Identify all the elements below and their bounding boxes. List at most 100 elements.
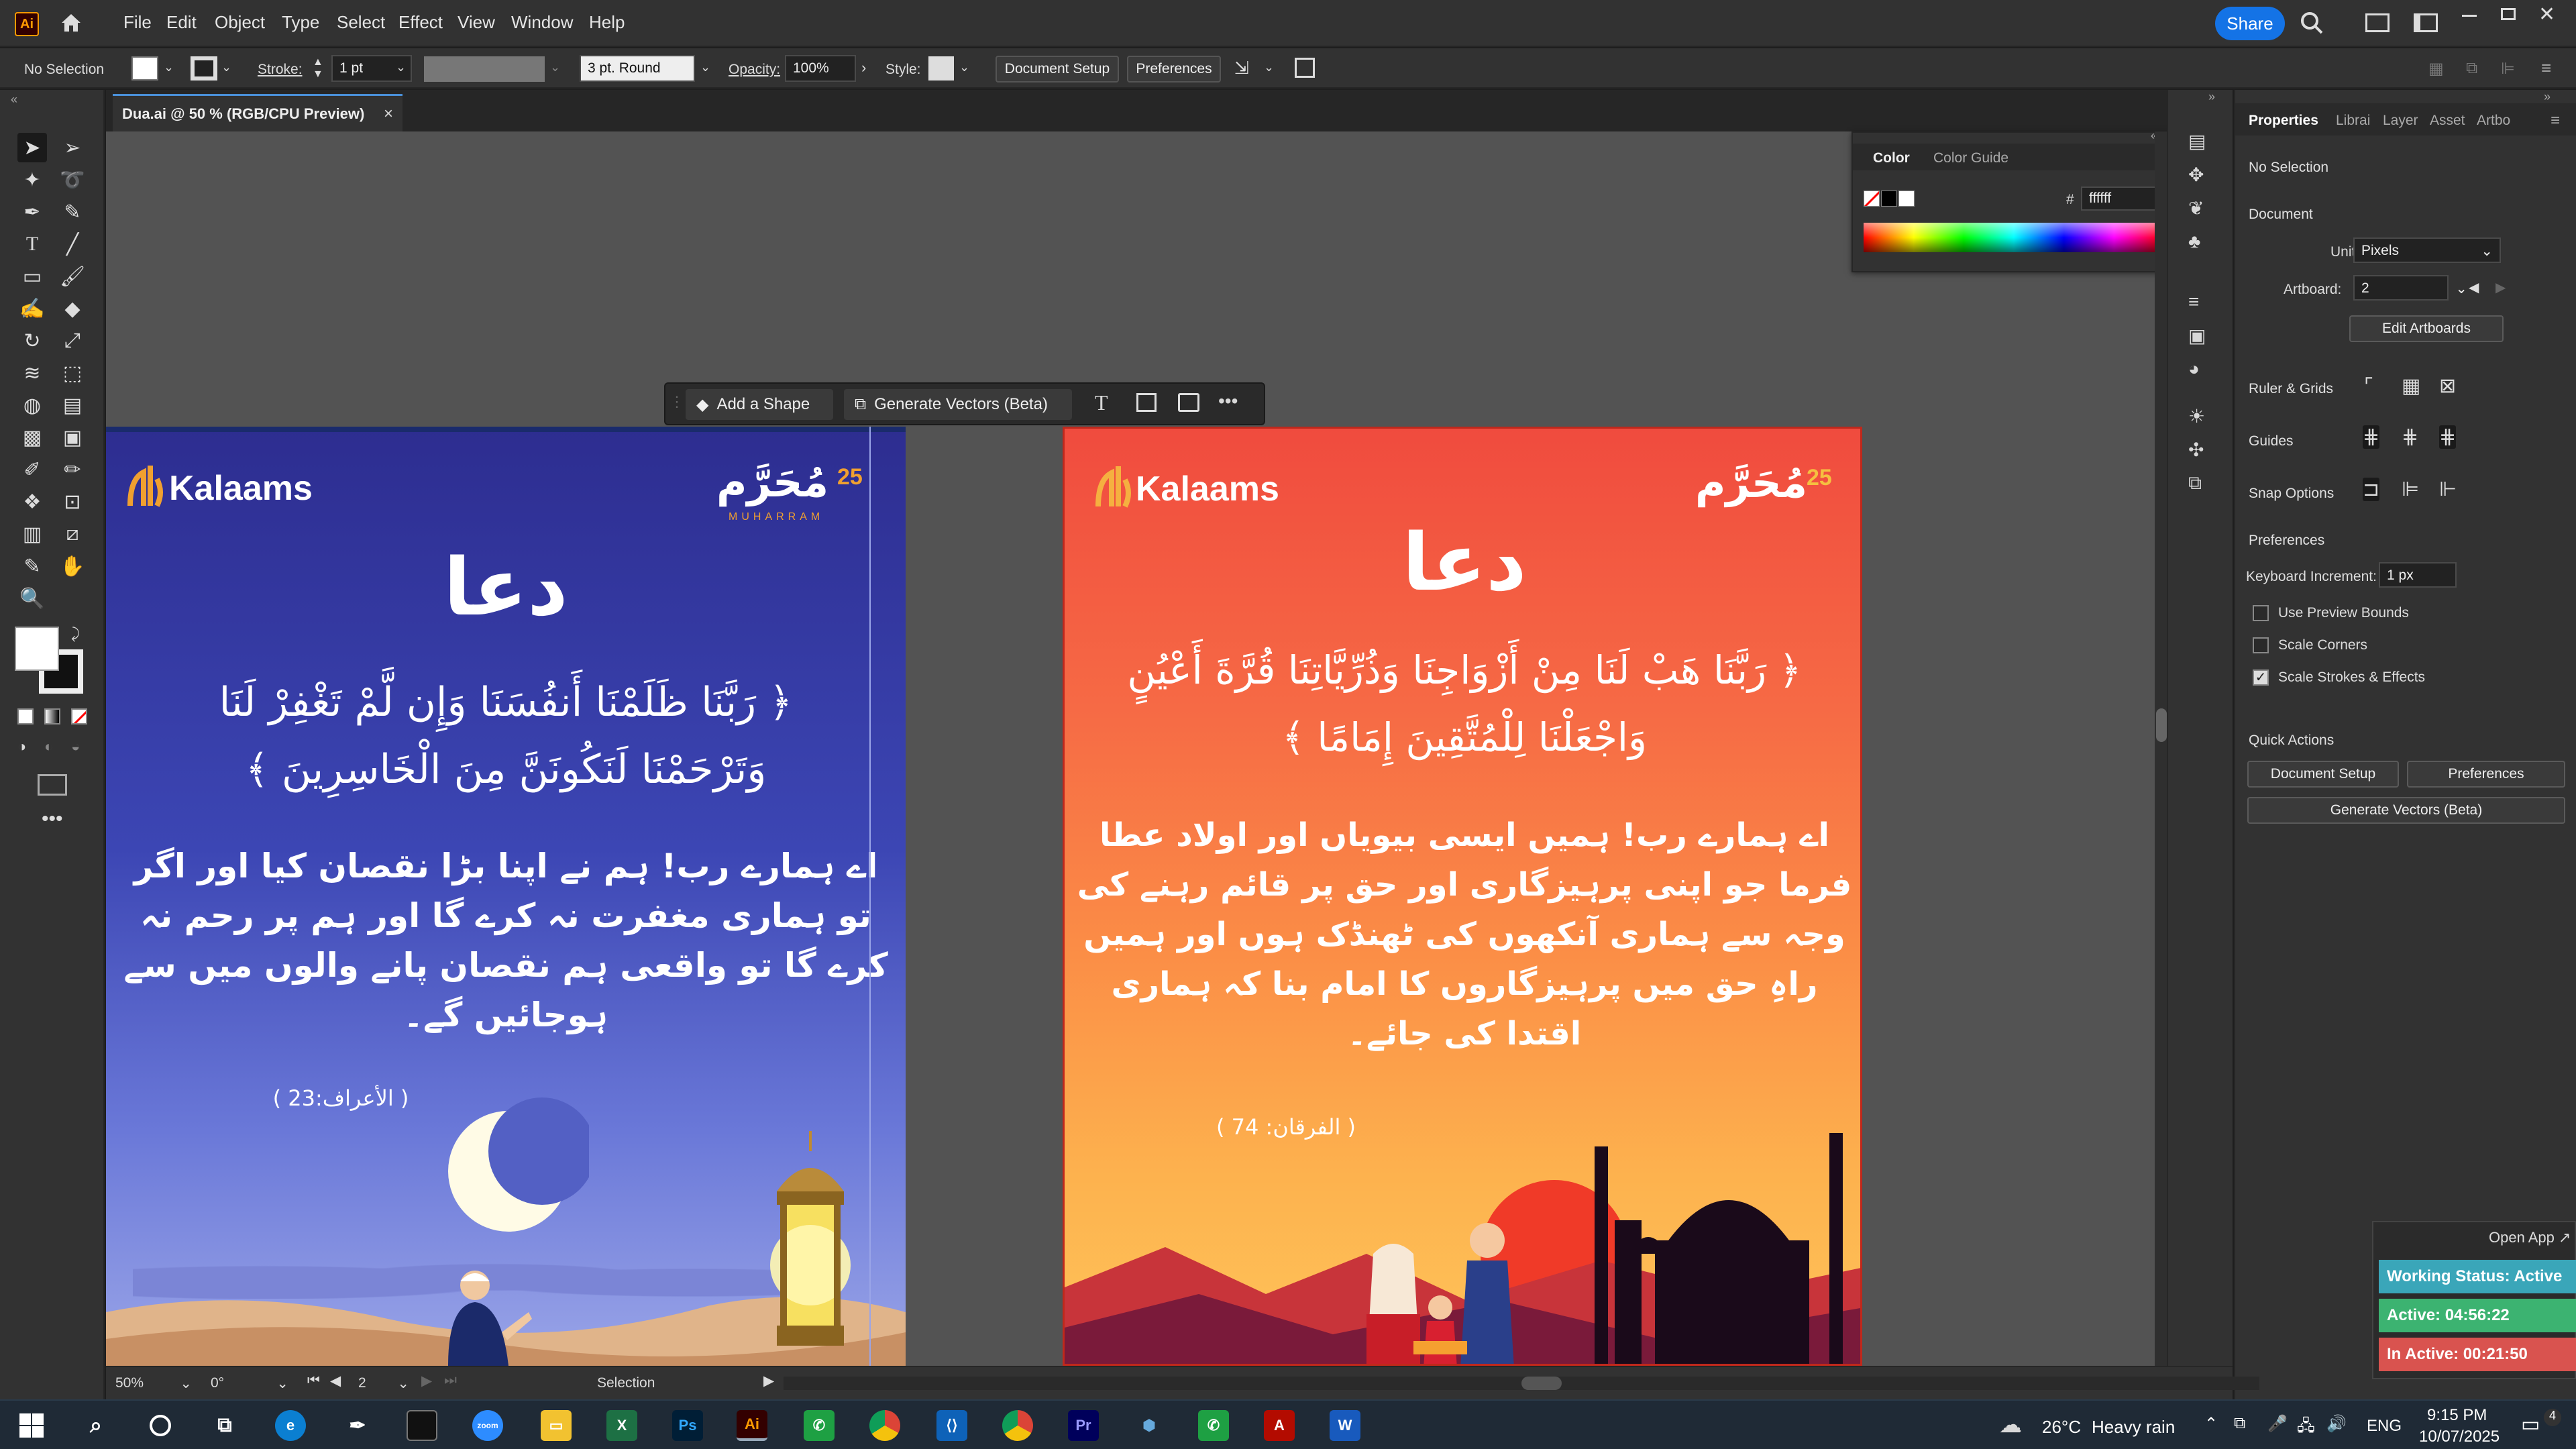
asset-export-tab[interactable]: Asset [2430, 113, 2465, 129]
network-icon[interactable]: 🖧 [2297, 1414, 2315, 1442]
edit-artboards-button[interactable]: Edit Artboards [2349, 315, 2504, 342]
stroke-dropdown-icon[interactable]: ⌄ [221, 60, 231, 74]
language-indicator[interactable]: ENG [2367, 1417, 2402, 1436]
fill-swatch[interactable] [131, 56, 158, 80]
more-tools-icon[interactable]: ••• [42, 808, 63, 830]
scale-corners-checkbox[interactable] [2253, 637, 2269, 653]
gradient-panel-icon[interactable]: ▣ [2188, 325, 2206, 347]
appearance-panel-icon[interactable]: ☀ [2188, 405, 2205, 427]
type-tool-icon[interactable]: T [17, 229, 47, 259]
stroke-label[interactable]: Stroke: [258, 62, 303, 78]
color-guide-tab[interactable]: Color Guide [1933, 150, 2008, 166]
taskbar-search-icon[interactable]: ⌕ [80, 1410, 111, 1441]
notifications-icon[interactable]: ▭ [2521, 1413, 2540, 1436]
menu-select[interactable]: Select [337, 12, 385, 33]
preferences-button[interactable]: Preferences [1127, 56, 1221, 83]
symbol-sprayer-tool-icon[interactable]: ❖ [17, 487, 47, 517]
pen-app-icon[interactable]: ✒ [342, 1410, 373, 1441]
screen-mode-icon[interactable] [38, 774, 67, 796]
style-label[interactable]: Style: [885, 62, 921, 78]
layers-tab[interactable]: Layer [2383, 113, 2418, 129]
color-mode-icon[interactable] [17, 708, 34, 724]
stroke-swatch[interactable] [191, 56, 217, 80]
horizontal-scroll-thumb[interactable] [1521, 1377, 1562, 1390]
weather-icon[interactable]: ☁ [1999, 1411, 2022, 1438]
fill-color-box[interactable] [15, 627, 59, 671]
generate-vectors-button[interactable]: ⧉ Generate Vectors (Beta) [844, 389, 1072, 420]
menu-view[interactable]: View [458, 12, 495, 33]
keyboard-increment-input[interactable]: 1 px [2379, 562, 2457, 588]
variable-width-profile[interactable] [424, 56, 545, 82]
style-dropdown-icon[interactable]: ⌄ [959, 60, 969, 74]
stroke-stepper-icon[interactable]: ▲ ▼ [313, 56, 323, 80]
draw-inside-icon[interactable]: ◒ [71, 738, 80, 755]
place-image-icon[interactable] [1178, 393, 1199, 412]
artboard-options-icon[interactable] [1136, 393, 1157, 412]
fill-dropdown-icon[interactable]: ⌄ [164, 60, 174, 74]
color-tab[interactable]: Color [1873, 150, 1910, 166]
excel-icon[interactable]: X [606, 1410, 637, 1441]
tray-copy-icon[interactable]: ⧉ [2234, 1414, 2245, 1433]
premiere-icon[interactable]: Pr [1068, 1410, 1099, 1441]
artboards-tab[interactable]: Artbo [2477, 113, 2510, 129]
paintbrush-tool-icon[interactable]: 🖌 [58, 262, 87, 291]
maximize-icon[interactable] [2501, 8, 2516, 20]
menu-edit[interactable]: Edit [166, 12, 197, 33]
type-icon[interactable]: T [1095, 390, 1108, 415]
search-icon[interactable] [2298, 9, 2325, 36]
artboards-panel-icon[interactable]: ♣ [2188, 231, 2200, 252]
rotate-tool-icon[interactable]: ↻ [17, 326, 47, 356]
windows-start-icon[interactable] [16, 1410, 47, 1441]
black-swatch[interactable] [1881, 191, 1897, 207]
photoshop-icon[interactable]: Ps [672, 1410, 703, 1441]
menu-window[interactable]: Window [511, 12, 573, 33]
home-icon[interactable] [58, 9, 85, 36]
gradient-tool-icon[interactable]: ▣ [58, 423, 87, 452]
snap-to-point-icon[interactable]: ⊐ [2363, 478, 2380, 501]
transparency-panel-icon[interactable]: ◕ [2188, 358, 2200, 380]
pencil-tool-icon[interactable]: ✎ [17, 551, 47, 581]
zoom-app-icon[interactable]: zoom [472, 1410, 503, 1441]
prev-artboard-status-icon[interactable]: ◀ [330, 1373, 341, 1389]
menu-object[interactable]: Object [215, 12, 265, 33]
eyedropper-tool-icon[interactable]: ✐ [17, 455, 47, 484]
pen-tool-icon[interactable]: ✒ [17, 197, 47, 227]
illustrator-taskbar-icon[interactable]: Ai [737, 1410, 767, 1441]
properties-panel-icon[interactable]: ▤ [2188, 130, 2206, 152]
tray-chevron-icon[interactable]: ⌃ [2204, 1414, 2218, 1434]
properties-menu-icon[interactable]: ≡ [2551, 111, 2560, 130]
column-graph-tool-icon[interactable]: ▥ [17, 519, 47, 549]
libraries-tab[interactable]: Librai [2336, 113, 2370, 129]
line-tool-icon[interactable]: ╱ [58, 229, 87, 259]
align-icon[interactable]: ▦ [2428, 59, 2444, 78]
minimize-icon[interactable] [2462, 15, 2477, 17]
grid-icon[interactable]: ▦ [2402, 374, 2420, 398]
warp-tool-icon[interactable]: ≋ [17, 358, 47, 388]
lasso-tool-icon[interactable]: ➰ [58, 165, 87, 195]
weather-temp[interactable]: 26°C [2042, 1417, 2081, 1438]
qa-generate-vectors-button[interactable]: Generate Vectors (Beta) [2247, 797, 2565, 824]
add-shape-button[interactable]: ◆ Add a Shape [686, 389, 833, 420]
guides-icon[interactable]: ⋕ [2363, 425, 2380, 449]
shape-builder-tool-icon[interactable]: ◍ [17, 390, 47, 420]
perspective-grid-tool-icon[interactable]: ▤ [58, 390, 87, 420]
panel-menu-icon[interactable]: ≡ [2541, 58, 2551, 78]
lock-guides-icon[interactable]: ⋕ [2402, 425, 2418, 449]
shaper-tool-icon[interactable]: ✍ [17, 294, 47, 323]
previous-artboard-icon[interactable]: ◀ [2469, 279, 2479, 296]
rectangle-tool-icon[interactable]: ▭ [17, 262, 47, 291]
menu-help[interactable]: Help [589, 12, 625, 33]
open-app-link[interactable]: Open App ↗ [2489, 1229, 2571, 1246]
illustrator-logo[interactable]: Ai [15, 12, 39, 36]
profile-dropdown-icon[interactable]: ⌄ [550, 60, 560, 74]
brush-definition-field[interactable]: 3 pt. Round [580, 55, 695, 82]
select-similar-dropdown-icon[interactable]: ⌄ [1264, 60, 1274, 74]
microphone-icon[interactable]: 🎤 [2267, 1414, 2288, 1434]
smart-guides-icon[interactable]: ⋕ [2439, 425, 2457, 449]
none-mode-icon[interactable] [71, 708, 87, 724]
artboard-2[interactable]: Kalaams مُحَرَّم 25 دعا ﴿ رَبَّنَا هَبْ … [1063, 427, 1862, 1366]
rulers-icon[interactable]: ⌜ [2364, 374, 2373, 398]
selection-tool-icon[interactable]: ➤ [17, 133, 47, 162]
gradient-mode-icon[interactable] [44, 708, 60, 724]
slice-tool-icon[interactable]: ⧄ [58, 519, 87, 549]
